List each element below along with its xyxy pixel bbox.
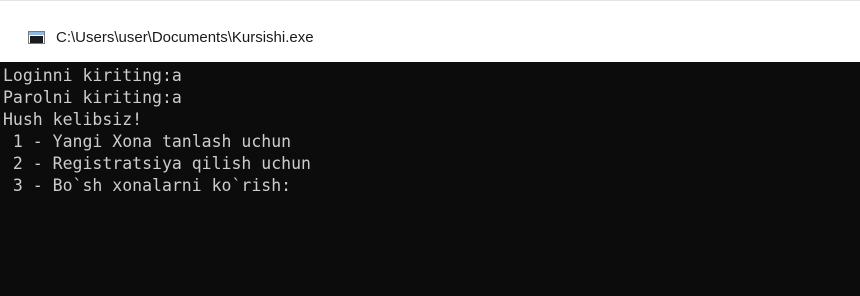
console-window: C:\Users\user\Documents\Kursishi.exe Log… (0, 0, 860, 296)
console-menu-option-3: 3 - Bo`sh xonalarni ko`rish: (3, 176, 292, 195)
console-app-icon[interactable] (28, 31, 45, 44)
console-line-login-prompt: Loginni kiriting:a (3, 66, 182, 85)
console-menu-option-2: 2 - Registratsiya qilish uchun (3, 154, 311, 173)
console-lines: Loginni kiriting:a Parolni kiriting:a Hu… (3, 65, 311, 197)
console-menu-option-1: 1 - Yangi Xona tanlash uchun (3, 132, 292, 151)
console-line-password-prompt: Parolni kiriting:a (3, 88, 182, 107)
console-app-icon-screen (30, 36, 43, 43)
window-title: C:\Users\user\Documents\Kursishi.exe (56, 29, 314, 46)
title-bar[interactable]: C:\Users\user\Documents\Kursishi.exe (0, 0, 860, 62)
console-output-area[interactable]: Loginni kiriting:a Parolni kiriting:a Hu… (0, 62, 860, 296)
console-line-welcome: Hush kelibsiz! (3, 110, 143, 129)
console-app-icon-titlebar (29, 32, 44, 35)
